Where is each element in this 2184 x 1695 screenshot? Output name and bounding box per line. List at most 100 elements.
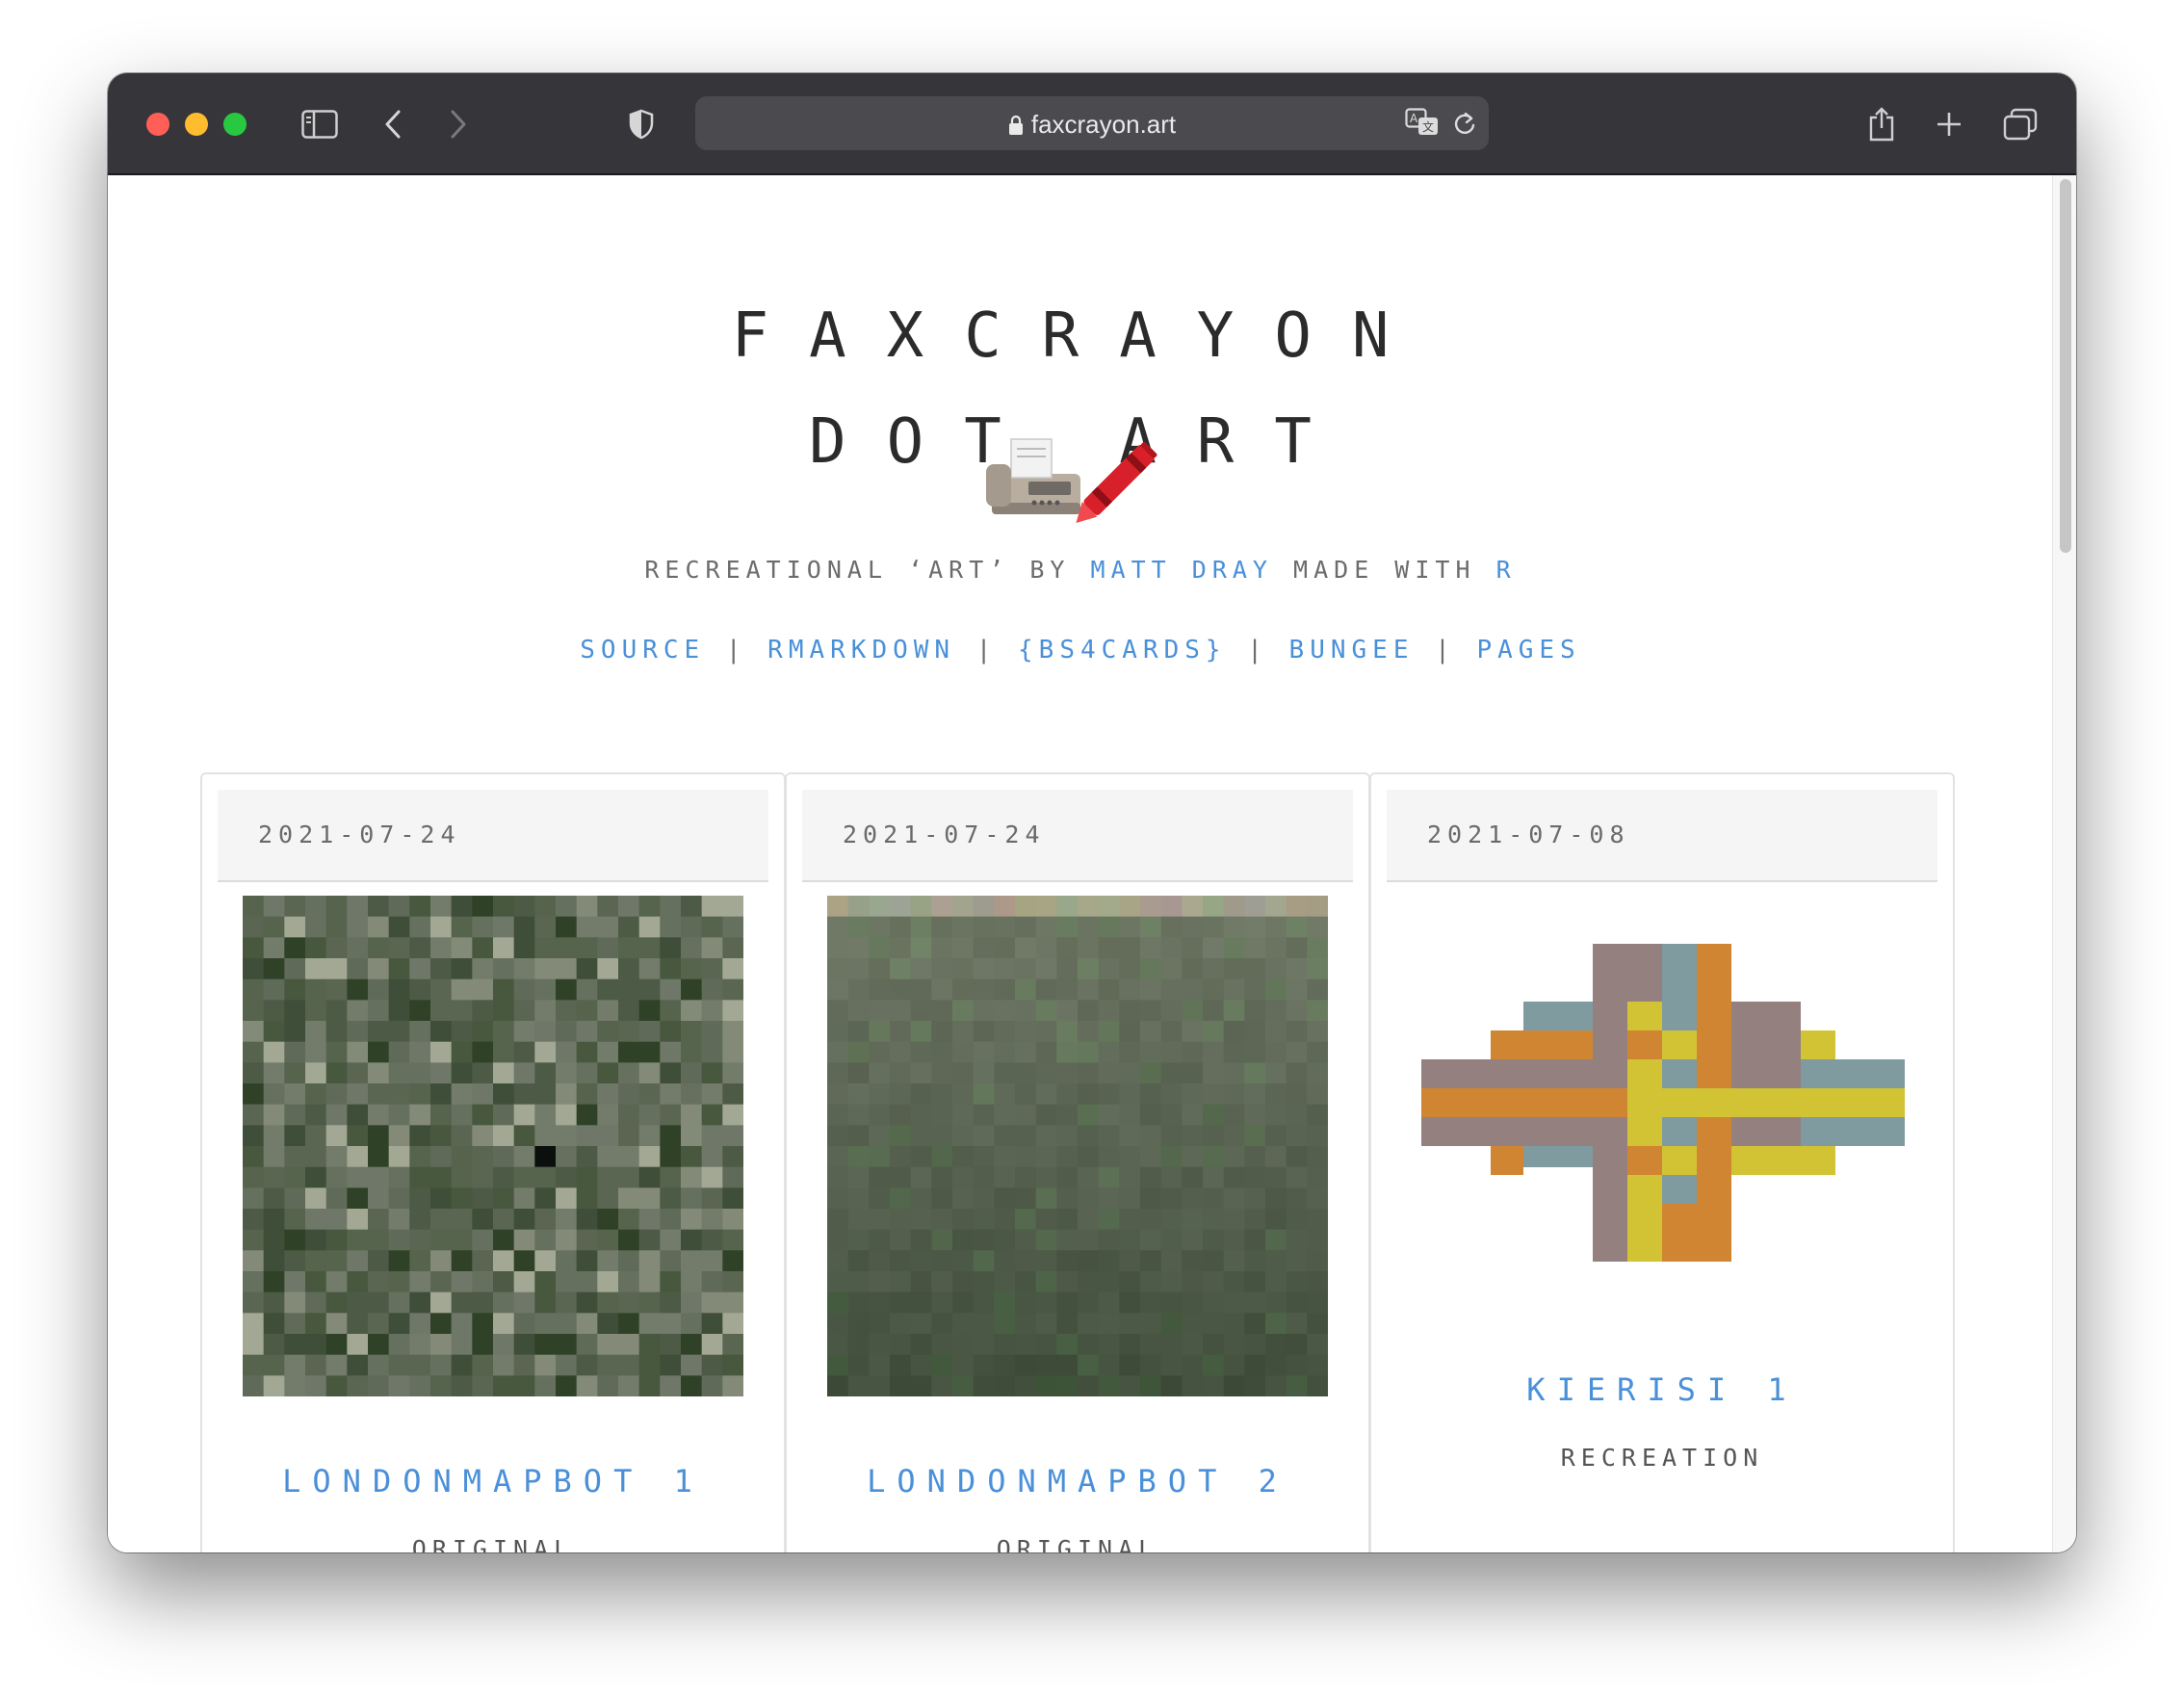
mosaic-pixel [513, 1209, 535, 1231]
mosaic-pixel [994, 958, 1016, 980]
bungee-link[interactable]: BUNGEE [1289, 636, 1415, 665]
mosaic-pixel [681, 1083, 703, 1106]
share-icon[interactable] [1857, 100, 1907, 148]
card-title-link[interactable]: LONDONMAPBOT 1 [202, 1463, 784, 1499]
mosaic-pixel [973, 1313, 995, 1335]
mosaic-pixel [513, 937, 535, 959]
mosaic-pixel [660, 916, 682, 938]
mosaic-pixel [638, 1104, 661, 1126]
mosaic-pixel [1119, 1104, 1141, 1126]
zoom-window-button[interactable] [223, 113, 247, 136]
mosaic-pixel [660, 1209, 682, 1231]
address-bar[interactable]: faxcrayon.art A文 [695, 96, 1489, 150]
mosaic-pixel [409, 916, 431, 938]
mosaic-pixel [1307, 1083, 1328, 1106]
mosaic-pixel [534, 958, 557, 980]
mosaic-pixel [305, 1334, 327, 1356]
link-separator: | [1247, 636, 1268, 665]
rmarkdown-link[interactable]: RMARKDOWN [767, 636, 955, 665]
mosaic-pixel [430, 1083, 453, 1106]
mosaic-pixel [325, 1229, 348, 1251]
mosaic-pixel [931, 1083, 953, 1106]
mosaic-pixel [1286, 958, 1308, 980]
mosaic-pixel [556, 1062, 578, 1084]
mosaic-pixel [556, 1209, 578, 1231]
mosaic-pixel [368, 1250, 390, 1272]
mosaic-pixel [534, 896, 557, 918]
mosaic-pixel [1015, 1271, 1037, 1293]
back-icon[interactable] [368, 100, 418, 148]
mosaic-pixel [409, 1062, 431, 1084]
card-title-link[interactable]: LONDONMAPBOT 2 [787, 1463, 1368, 1499]
mosaic-pixel [618, 1250, 640, 1272]
mosaic-pixel [1056, 1125, 1079, 1147]
shield-icon[interactable] [616, 100, 666, 148]
minimize-window-button[interactable] [185, 113, 208, 136]
translate-icon[interactable]: A文 [1405, 108, 1440, 141]
pixel-art-londonmapbot-1[interactable] [243, 896, 743, 1396]
mosaic-pixel [409, 1334, 431, 1356]
mosaic-pixel [325, 1271, 348, 1293]
mosaic-pixel [430, 937, 453, 959]
mosaic-pixel [347, 1313, 369, 1335]
mosaic-pixel [1015, 1062, 1037, 1084]
mosaic-pixel [701, 1334, 723, 1356]
source-link[interactable]: SOURCE [580, 636, 705, 665]
mosaic-pixel [368, 916, 390, 938]
page-scrollbar[interactable] [2052, 175, 2076, 1552]
link-separator: | [1435, 636, 1456, 665]
mosaic-pixel [1140, 1209, 1162, 1231]
tabs-overview-icon[interactable] [1995, 100, 2045, 148]
pages-link[interactable]: PAGES [1476, 636, 1580, 665]
new-tab-icon[interactable] [1924, 100, 1974, 148]
mosaic-pixel [660, 1229, 682, 1251]
mosaic-pixel [305, 896, 327, 918]
mosaic-pixel [827, 1000, 849, 1022]
author-link[interactable]: MATT DRAY [1091, 556, 1273, 584]
forward-icon[interactable] [433, 100, 483, 148]
mosaic-pixel [325, 1334, 348, 1356]
mosaic-pixel [513, 978, 535, 1001]
mosaic-pixel [869, 1125, 891, 1147]
mosaic-pixel [576, 1083, 598, 1106]
sidebar-icon[interactable] [295, 100, 345, 148]
mosaic-pixel [263, 1187, 285, 1210]
mosaic-pixel [409, 1375, 431, 1396]
card-title-link[interactable]: KIERISI 1 [1371, 1371, 1953, 1408]
mosaic-pixel [263, 1334, 285, 1356]
mosaic-pixel [1307, 1291, 1328, 1314]
mosaic-pixel [368, 1229, 390, 1251]
mosaic-pixel [1015, 916, 1037, 938]
mosaic-pixel [973, 916, 995, 938]
scrollbar-thumb[interactable] [2060, 179, 2071, 553]
mosaic-pixel [1182, 896, 1204, 918]
mosaic-pixel [513, 1083, 535, 1106]
mosaic-pixel [618, 1146, 640, 1168]
mosaic-pixel [243, 1313, 265, 1335]
art-card-londonmapbot-2[interactable]: 2021-07-24 LONDONMAPBOT 2 ORIGINAL [785, 772, 1370, 1552]
mosaic-pixel [869, 1334, 891, 1356]
pixel-art-londonmapbot-2[interactable] [827, 896, 1328, 1396]
close-window-button[interactable] [146, 113, 169, 136]
mosaic-pixel [597, 1041, 619, 1063]
art-card-londonmapbot-1[interactable]: 2021-07-24 LONDONMAPBOT 1 ORIGINAL [200, 772, 786, 1552]
mosaic-pixel [305, 1166, 327, 1188]
mosaic-pixel [430, 916, 453, 938]
mosaic-pixel [451, 1271, 473, 1293]
reload-icon[interactable] [1452, 110, 1477, 141]
mosaic-pixel [973, 1291, 995, 1314]
mosaic-pixel [472, 1104, 494, 1126]
mosaic-pixel [263, 937, 285, 959]
mosaic-pixel [910, 1166, 932, 1188]
mosaic-pixel [827, 1062, 849, 1084]
woven-art-kierisi-1[interactable] [1421, 944, 1905, 1262]
mosaic-pixel [1286, 937, 1308, 959]
bs4cards-link[interactable]: {BS4CARDS} [1018, 636, 1227, 665]
mosaic-pixel [576, 1125, 598, 1147]
mosaic-pixel [1182, 1146, 1204, 1168]
mosaic-pixel [1307, 916, 1328, 938]
art-card-kierisi-1[interactable]: 2021-07-08 KIERISI 1 RECREATION [1369, 772, 1955, 1552]
mosaic-pixel [305, 1062, 327, 1084]
r-link[interactable]: R [1496, 556, 1517, 584]
mosaic-pixel [1160, 1354, 1183, 1376]
